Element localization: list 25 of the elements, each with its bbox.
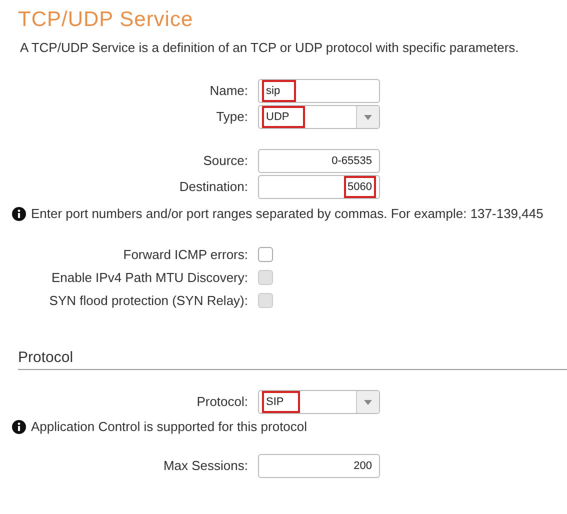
checkbox[interactable] [258,247,273,262]
option-label: Forward ICMP errors: [122,246,248,264]
dropdown[interactable]: SIP [258,390,380,414]
dropdown[interactable]: UDP [258,105,380,129]
info-icon [12,207,26,221]
input-field[interactable]: sip [258,79,380,103]
info-text: Application Control is supported for this protocol [31,418,308,436]
info-text: Enter port numbers and/or port ranges separated by commas. For example: 137-139,445 [31,205,544,223]
page-title: TCP/UDP Service [18,7,194,33]
field-label: Type: [215,108,248,126]
option-label: SYN flood protection (SYN Relay): [48,292,248,310]
input-field[interactable]: 200 [258,454,380,478]
caret-icon [364,114,372,120]
field-label: Destination: [178,178,248,196]
description-text: A TCP/UDP Service is a definition of an TCP or UDP protocol with specific parameters. [20,40,520,56]
info-icon [12,420,26,434]
section-heading: Protocol [18,349,74,366]
input-field[interactable]: 0-65535 [258,149,380,173]
input-field[interactable]: 5060 [258,175,380,199]
field-label: Name: [208,82,248,100]
caret-icon [364,400,372,404]
option-label: Enable IPv4 Path MTU Discovery: [50,268,248,286]
field-label: Protocol: [196,393,248,411]
field-label: Max Sessions: [162,457,248,475]
field-label: Source: [202,152,248,170]
